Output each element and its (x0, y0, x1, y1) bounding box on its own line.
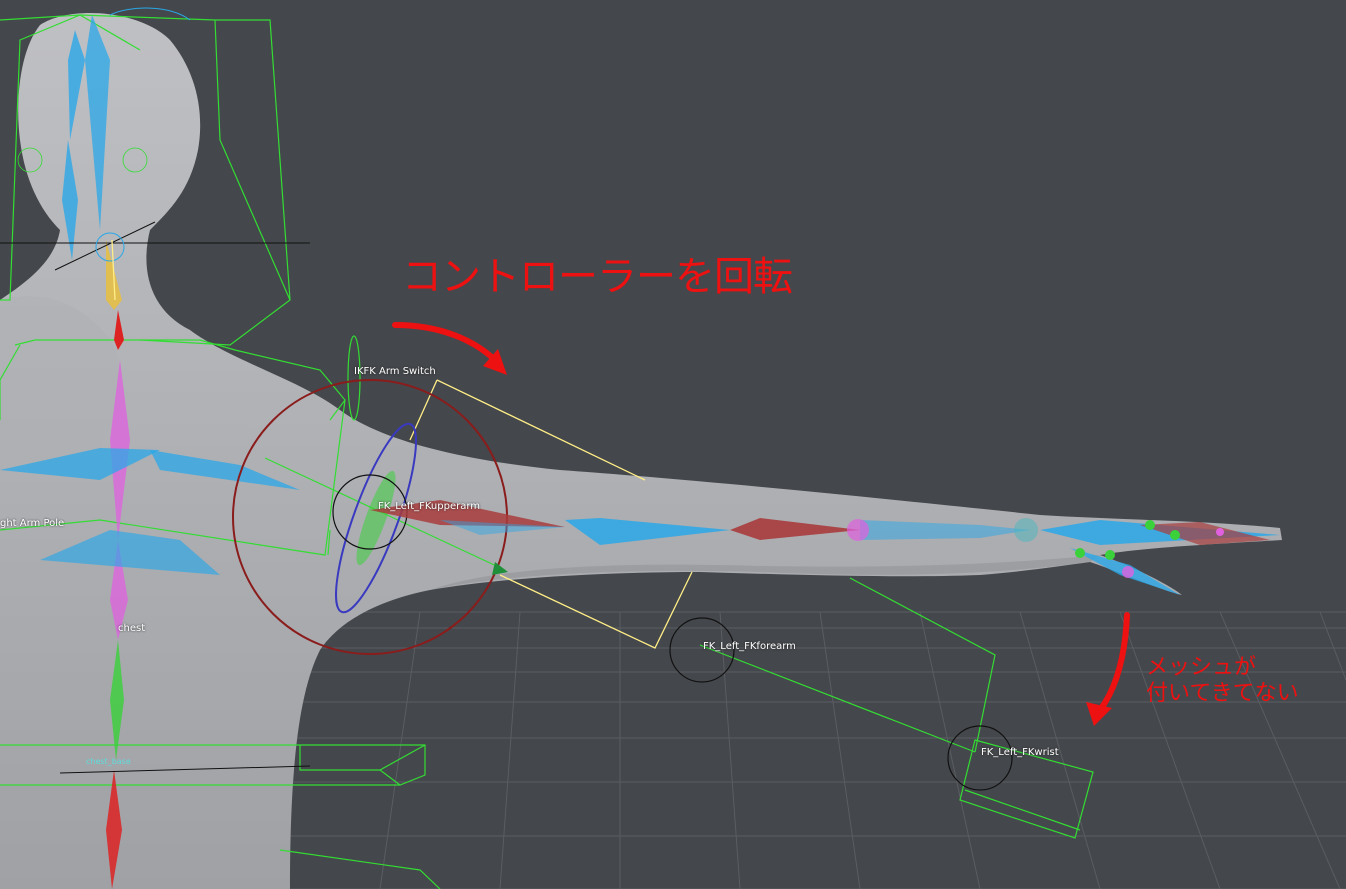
chest-label[interactable]: chest (118, 623, 145, 634)
rotate-controller-annotation: コントローラーを回転 (402, 254, 793, 300)
fk-wrist-label[interactable]: FK_Left_FKwrist (981, 747, 1059, 758)
rotate-arrow (392, 322, 500, 365)
mesh-arrow-head (1086, 702, 1112, 726)
hips-label[interactable]: chest_base (86, 757, 131, 766)
arm-pole-label[interactable]: ght Arm Pole (0, 518, 64, 529)
fk-wrist-circle[interactable] (947, 725, 1013, 791)
character-mesh[interactable] (0, 13, 1282, 889)
mesh-annotation-line-2: 付いてきてない (1146, 681, 1299, 706)
fk-upperarm-label[interactable]: FK_Left_FKupperarm (378, 501, 480, 512)
ikfk-switch-label[interactable]: IKFK Arm Switch (354, 366, 436, 377)
scene-canvas[interactable] (0, 0, 1346, 889)
3d-viewport[interactable]: IKFK Arm Switch FK_Left_FKupperarm FK_Le… (0, 0, 1346, 889)
mesh-not-following-annotation: メッシュが 付いてきてない (1146, 655, 1336, 707)
fk-forearm-label[interactable]: FK_Left_FKforearm (703, 641, 796, 652)
mesh-arrow (1097, 612, 1130, 713)
mesh-annotation-line-1: メッシュが (1146, 655, 1257, 680)
